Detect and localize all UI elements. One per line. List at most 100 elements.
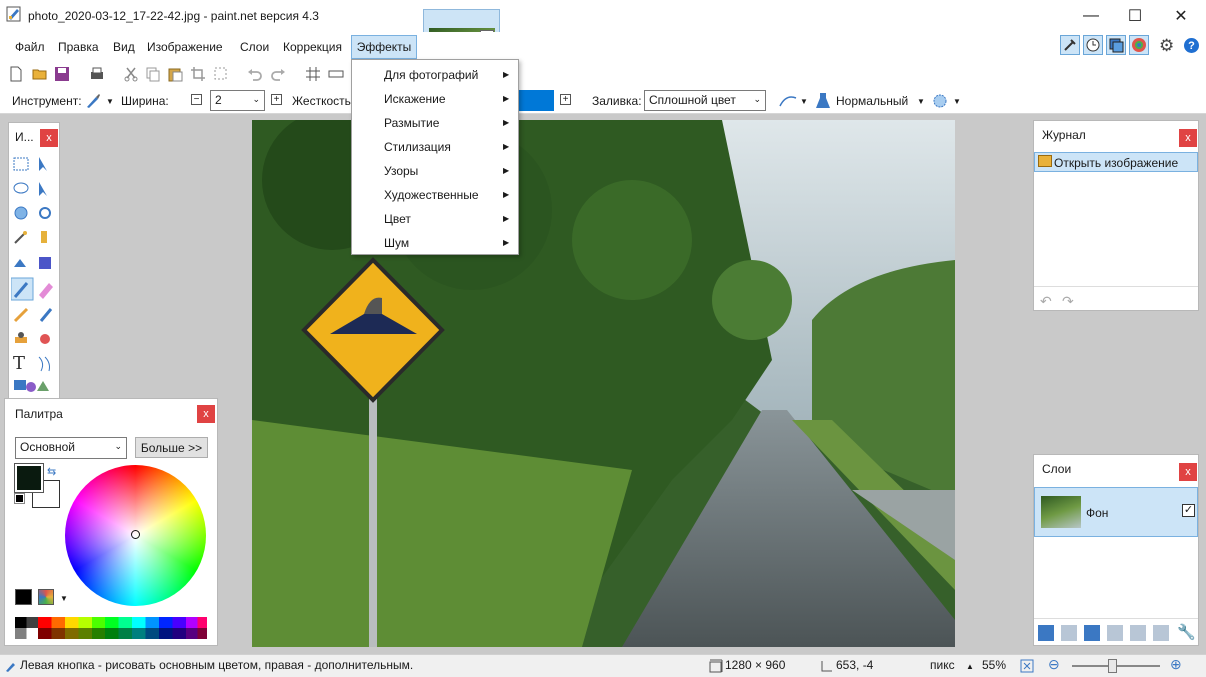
color-palette-strip[interactable] bbox=[15, 617, 207, 639]
effects-item-patterns[interactable]: Узоры bbox=[384, 164, 418, 178]
layers-panel-title: Слои bbox=[1042, 462, 1072, 476]
units-selector[interactable]: пикс bbox=[930, 658, 955, 672]
deselect-icon[interactable] bbox=[212, 65, 230, 83]
maximize-button[interactable]: ☐ bbox=[1112, 0, 1158, 32]
cursor-position: 653, -4 bbox=[836, 658, 874, 672]
cut-icon[interactable] bbox=[122, 65, 140, 83]
palette-options-arrow[interactable]: ▼ bbox=[60, 594, 68, 603]
menu-bar: Файл Правка Вид Изображение Слои Коррекц… bbox=[0, 32, 1206, 60]
layer-visibility-checkbox[interactable]: ✓ bbox=[1182, 504, 1195, 517]
width-increase-button[interactable]: + bbox=[271, 94, 282, 105]
tools-panel-title: И... bbox=[15, 130, 34, 144]
effects-item-noise[interactable]: Шум bbox=[384, 236, 409, 250]
zoom-to-window-icon[interactable] bbox=[1019, 658, 1035, 674]
gear-icon[interactable]: ⚙ bbox=[1159, 36, 1174, 56]
history-undo-icon[interactable]: ↶ bbox=[1040, 293, 1052, 310]
menu-adjustments[interactable]: Коррекция bbox=[283, 40, 342, 54]
close-icon[interactable]: x bbox=[1179, 463, 1197, 481]
blend-dropdown-arrow[interactable]: ▼ bbox=[917, 97, 925, 106]
history-item[interactable]: Открыть изображение bbox=[1034, 152, 1198, 172]
palette-options-icon[interactable] bbox=[38, 589, 54, 605]
menu-view[interactable]: Вид bbox=[113, 40, 135, 54]
minimize-button[interactable]: — bbox=[1068, 0, 1114, 32]
menu-image[interactable]: Изображение bbox=[147, 40, 223, 54]
color-wheel-cursor[interactable] bbox=[131, 530, 140, 539]
history-window-toggle-icon[interactable] bbox=[1083, 35, 1103, 55]
layers-window-toggle-icon[interactable] bbox=[1106, 35, 1126, 55]
effects-item-photo[interactable]: Для фотографий bbox=[384, 68, 478, 82]
redo-icon[interactable] bbox=[269, 65, 287, 83]
image-size-icon bbox=[709, 659, 723, 673]
close-icon[interactable]: x bbox=[40, 129, 58, 147]
selection-dropdown-arrow[interactable]: ▼ bbox=[953, 97, 961, 106]
tool-options-bar: Инструмент: ▼ Ширина: − 2 ⌄ + Жесткость +… bbox=[0, 88, 1206, 114]
move-layer-up-icon[interactable] bbox=[1130, 625, 1146, 641]
layer-properties-icon[interactable]: 🔧 bbox=[1177, 623, 1196, 641]
zoom-value[interactable]: 55% bbox=[982, 658, 1006, 672]
layer-name: Фон bbox=[1086, 506, 1109, 520]
paintbrush-icon bbox=[6, 663, 15, 672]
undo-icon[interactable] bbox=[246, 65, 264, 83]
ruler-icon[interactable] bbox=[327, 65, 345, 83]
duplicate-layer-icon[interactable] bbox=[1084, 625, 1100, 641]
merge-layer-icon[interactable] bbox=[1107, 625, 1123, 641]
menu-layers[interactable]: Слои bbox=[240, 40, 269, 54]
tool-label: Инструмент: bbox=[12, 94, 82, 108]
close-icon[interactable]: x bbox=[197, 405, 215, 423]
submenu-arrow-icon: ▶ bbox=[503, 70, 510, 79]
effects-item-color[interactable]: Цвет bbox=[384, 212, 411, 226]
units-dropdown-arrow[interactable]: ▲ bbox=[966, 662, 974, 671]
palette-select[interactable]: Основной ⌄ bbox=[15, 437, 127, 459]
reset-colors-icon[interactable] bbox=[14, 493, 25, 504]
effects-item-blur[interactable]: Размытие bbox=[384, 116, 439, 130]
add-layer-icon[interactable] bbox=[1038, 625, 1054, 641]
selection-mode-icon[interactable] bbox=[931, 92, 949, 110]
help-icon[interactable]: ? bbox=[1184, 38, 1199, 53]
status-hint: Левая кнопка - рисовать основным цветом,… bbox=[20, 658, 414, 672]
zoom-in-icon[interactable]: ⊕ bbox=[1170, 656, 1182, 673]
open-folder-icon[interactable] bbox=[31, 65, 49, 83]
antialiasing-dropdown-arrow[interactable]: ▼ bbox=[800, 97, 808, 106]
effects-item-artistic[interactable]: Художественные bbox=[384, 188, 479, 202]
close-button[interactable]: ✕ bbox=[1158, 0, 1204, 32]
tool-icon-grid[interactable]: T bbox=[11, 155, 59, 395]
fill-label: Заливка: bbox=[592, 94, 642, 108]
paintbrush-icon[interactable] bbox=[84, 92, 102, 110]
add-color-icon[interactable] bbox=[15, 589, 32, 605]
tools-window-toggle-icon[interactable] bbox=[1060, 35, 1080, 55]
tool-dropdown-arrow[interactable]: ▼ bbox=[106, 97, 114, 106]
close-icon[interactable]: x bbox=[1179, 129, 1197, 147]
width-combo[interactable]: 2 ⌄ bbox=[210, 90, 265, 111]
grid-icon[interactable] bbox=[304, 65, 322, 83]
menu-effects[interactable]: Эффекты bbox=[351, 35, 417, 59]
primary-color-swatch[interactable] bbox=[14, 463, 44, 493]
save-icon[interactable] bbox=[53, 65, 71, 83]
swap-colors-icon[interactable]: ⇆ bbox=[47, 465, 56, 478]
blend-mode-value[interactable]: Нормальный bbox=[836, 94, 908, 108]
hardness-increase-button[interactable]: + bbox=[560, 94, 571, 105]
cursor-position-icon bbox=[821, 661, 832, 672]
layer-row[interactable]: Фон ✓ bbox=[1034, 487, 1198, 537]
effects-item-stylize[interactable]: Стилизация bbox=[384, 140, 451, 154]
width-decrease-button[interactable]: − bbox=[191, 94, 202, 105]
new-file-icon[interactable] bbox=[7, 65, 25, 83]
fill-combo[interactable]: Сплошной цвет ⌄ bbox=[644, 90, 766, 111]
antialiasing-icon[interactable] bbox=[778, 92, 798, 110]
more-colors-button[interactable]: Больше >> bbox=[135, 437, 208, 458]
history-panel: Журнал x Открыть изображение ↶ ↷ bbox=[1033, 120, 1199, 311]
open-folder-icon bbox=[1038, 155, 1052, 167]
zoom-slider-thumb[interactable] bbox=[1108, 659, 1117, 673]
crop-icon[interactable] bbox=[189, 65, 207, 83]
paste-icon[interactable] bbox=[166, 65, 184, 83]
colors-window-toggle-icon[interactable] bbox=[1129, 35, 1149, 55]
menu-edit[interactable]: Правка bbox=[58, 40, 99, 54]
copy-icon[interactable] bbox=[144, 65, 162, 83]
menu-file[interactable]: Файл bbox=[15, 40, 45, 54]
delete-layer-icon[interactable] bbox=[1061, 625, 1077, 641]
blend-mode-icon[interactable] bbox=[814, 91, 832, 111]
print-icon[interactable] bbox=[88, 65, 106, 83]
effects-item-distort[interactable]: Искажение bbox=[384, 92, 446, 106]
move-layer-down-icon[interactable] bbox=[1153, 625, 1169, 641]
zoom-out-icon[interactable]: ⊖ bbox=[1048, 656, 1060, 673]
history-redo-icon[interactable]: ↷ bbox=[1062, 293, 1074, 310]
